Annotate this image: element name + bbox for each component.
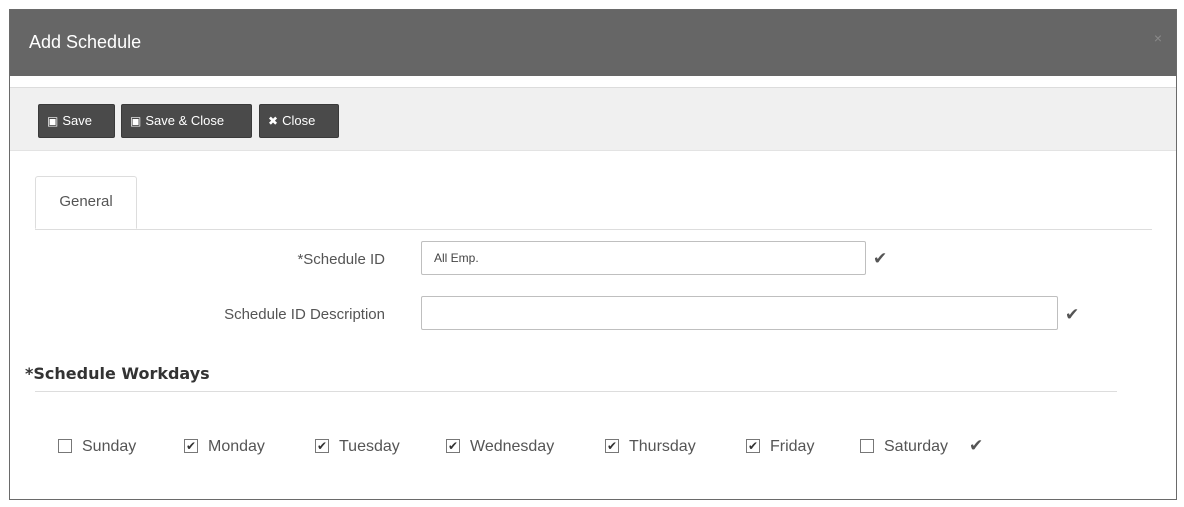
schedule-description-valid-check-icon: ✔ (1065, 305, 1080, 324)
save-and-close-button-label: Save & Close (145, 113, 225, 128)
workday-saturday-label: Saturday (884, 438, 949, 455)
schedule-id-label: *Schedule ID (297, 251, 385, 268)
save-icon: ▣ (47, 114, 59, 128)
save-and-close-button[interactable]: ▣ Save & Close (121, 104, 252, 138)
dialog-title: Add Schedule (29, 32, 142, 52)
checkbox-sunday[interactable] (58, 439, 72, 453)
checkbox-wednesday[interactable]: ✔ (446, 439, 460, 453)
schedule-description-label: Schedule ID Description (224, 306, 385, 323)
checkbox-tuesday[interactable]: ✔ (315, 439, 329, 453)
checkbox-friday[interactable]: ✔ (746, 439, 760, 453)
add-schedule-dialog: Add Schedule × ▣ Save ▣ Save & Close ✖ Clos… (9, 9, 1177, 500)
workday-monday-label: Monday (208, 438, 265, 455)
section-divider (35, 391, 1117, 392)
save-button[interactable]: ▣ Save (38, 104, 115, 138)
close-button-label: Close (282, 113, 316, 128)
checkbox-saturday[interactable] (860, 439, 874, 453)
schedule-description-input[interactable] (421, 296, 1058, 330)
schedule-workdays-title: *Schedule Workdays (25, 364, 210, 383)
close-button[interactable]: ✖ Close (259, 104, 339, 138)
checkbox-thursday[interactable]: ✔ (605, 439, 619, 453)
close-icon: ✖ (268, 114, 279, 128)
toolbar: ▣ Save ▣ Save & Close ✖ Close (10, 87, 1176, 151)
workday-tuesday-label: Tuesday (339, 438, 400, 455)
dialog-close-icon[interactable]: × (1154, 30, 1162, 46)
workday-thursday-label: Thursday (629, 438, 696, 455)
dialog-titlebar: Add Schedule × (10, 10, 1176, 76)
tab-general[interactable]: General (35, 176, 137, 229)
tab-bar: General (35, 176, 1152, 230)
schedule-id-valid-check-icon: ✔ (873, 249, 888, 268)
checkbox-monday[interactable]: ✔ (184, 439, 198, 453)
workday-friday-label: Friday (770, 438, 815, 455)
save-close-icon: ▣ (130, 114, 142, 128)
save-button-label: Save (62, 113, 92, 128)
workday-sunday-label: Sunday (82, 438, 137, 455)
workdays-valid-check-icon: ✔ (969, 436, 984, 455)
schedule-id-input[interactable] (421, 241, 866, 275)
workday-wednesday-label: Wednesday (470, 438, 555, 455)
